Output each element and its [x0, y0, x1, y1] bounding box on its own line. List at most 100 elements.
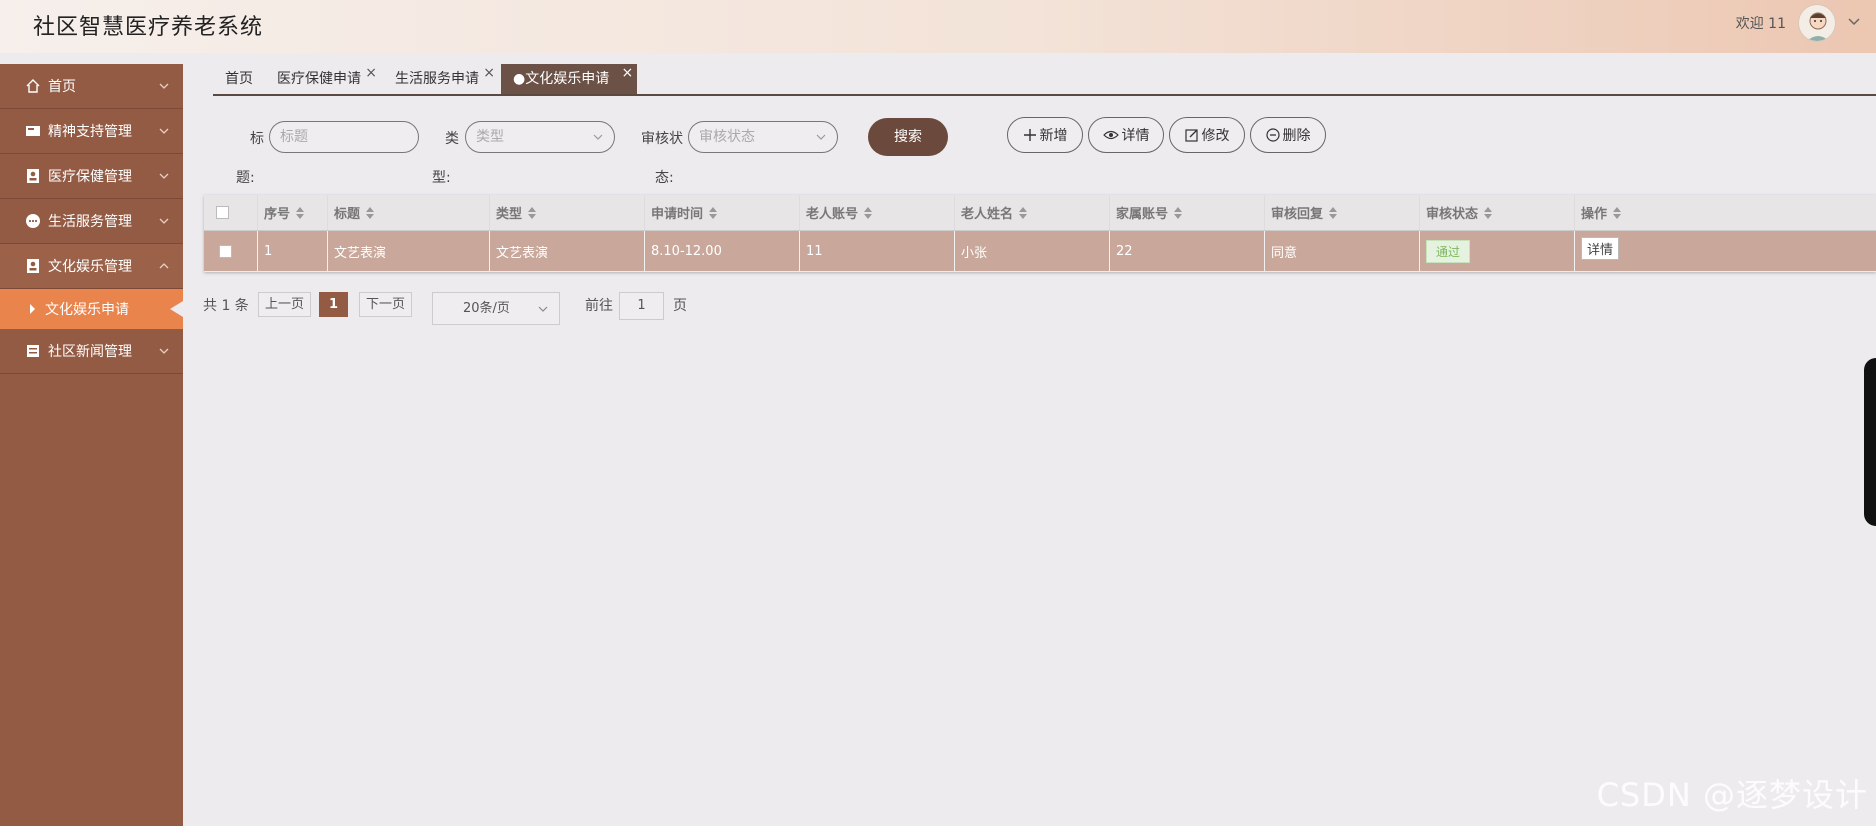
- title-placeholder: 标题: [280, 129, 308, 145]
- home-icon: [24, 77, 42, 95]
- sidebar: 首页 精神支持管理 医疗保健管理 生活服务管理 文化娱乐管理 文化娱乐申请 社区…: [0, 64, 183, 826]
- sidebar-item-news[interactable]: 社区新闻管理: [0, 329, 183, 374]
- goto-page-input[interactable]: 1: [619, 292, 664, 320]
- tab-home[interactable]: 首页: [213, 64, 265, 94]
- sort-icon[interactable]: [296, 206, 305, 219]
- title-label-suffix: 题:: [236, 170, 255, 186]
- next-page-button[interactable]: 下一页: [359, 292, 413, 317]
- data-table: 序号 标题 类型 申请时间 老人账号 老人姓名 家属账号 审核回复 审核状态 操…: [204, 195, 1876, 272]
- tab-medical-apply[interactable]: 医疗保健申请 ×: [265, 64, 377, 94]
- title-label: 标: [250, 131, 264, 147]
- add-button[interactable]: 新增: [1007, 117, 1083, 153]
- app-title: 社区智慧医疗养老系统: [33, 15, 264, 40]
- side-drawer-handle[interactable]: [1864, 358, 1876, 526]
- chevron-down-icon[interactable]: [1846, 14, 1862, 30]
- chevron-down-icon: [159, 348, 169, 354]
- sort-icon[interactable]: [1613, 206, 1622, 219]
- watermark: CSDN @逐梦设计: [1596, 776, 1868, 814]
- cell-index: 1: [258, 231, 328, 271]
- chevron-down-icon: [159, 173, 169, 179]
- delete-button-label: 删除: [1282, 128, 1311, 144]
- column-header[interactable]: 申请时间: [645, 195, 800, 230]
- type-label-suffix: 型:: [432, 170, 451, 186]
- goto-label: 前往: [585, 298, 613, 314]
- status-label: 审核状: [641, 131, 683, 147]
- sort-icon[interactable]: [366, 206, 375, 219]
- type-select[interactable]: 类型: [465, 121, 615, 153]
- type-placeholder: 类型: [476, 129, 504, 145]
- tab-label: 首页: [225, 71, 253, 87]
- column-header[interactable]: 操作: [1575, 195, 1876, 230]
- delete-button[interactable]: 删除: [1250, 117, 1326, 153]
- column-header[interactable]: 家属账号: [1110, 195, 1265, 230]
- table-row[interactable]: 1 文艺表演 文艺表演 8.10-12.00 11 小张 22 同意 通过 详情: [204, 231, 1876, 271]
- sidebar-item-label: 精神支持管理: [48, 124, 132, 140]
- chevron-down-icon: [159, 218, 169, 224]
- sort-icon[interactable]: [1484, 206, 1493, 219]
- sort-icon[interactable]: [864, 206, 873, 219]
- close-icon[interactable]: ×: [483, 58, 495, 88]
- column-header[interactable]: 标题: [328, 195, 490, 230]
- plus-icon: [1023, 129, 1036, 141]
- chevron-down-icon: [538, 306, 548, 312]
- user-avatar[interactable]: [1798, 4, 1836, 42]
- column-header[interactable]: 审核回复: [1265, 195, 1420, 230]
- checkbox[interactable]: [216, 206, 229, 219]
- status-label-suffix: 态:: [655, 170, 674, 186]
- column-header[interactable]: 老人账号: [800, 195, 955, 230]
- close-icon[interactable]: ×: [365, 58, 377, 88]
- sidebar-item-culture[interactable]: 文化娱乐管理: [0, 244, 183, 289]
- row-detail-button[interactable]: 详情: [1581, 236, 1620, 260]
- sidebar-item-label: 生活服务管理: [48, 214, 132, 230]
- row-select[interactable]: [204, 231, 258, 271]
- column-header[interactable]: 老人姓名: [955, 195, 1110, 230]
- add-button-label: 新增: [1039, 128, 1068, 144]
- person-card-icon: [24, 167, 42, 185]
- status-placeholder: 审核状态: [699, 129, 755, 145]
- title-input[interactable]: 标题: [269, 121, 419, 153]
- sidebar-subitem-culture-apply[interactable]: 文化娱乐申请: [0, 289, 183, 329]
- tab-life-service-apply[interactable]: 生活服务申请 ×: [383, 64, 495, 94]
- column-header[interactable]: 序号: [258, 195, 328, 230]
- cell-action: 详情: [1575, 231, 1876, 271]
- table-header: 序号 标题 类型 申请时间 老人账号 老人姓名 家属账号 审核回复 审核状态 操…: [204, 195, 1876, 231]
- status-select[interactable]: 审核状态: [688, 121, 838, 153]
- sidebar-item-spiritual-support[interactable]: 精神支持管理: [0, 109, 183, 154]
- sidebar-item-medical[interactable]: 医疗保健管理: [0, 154, 183, 199]
- sidebar-item-home[interactable]: 首页: [0, 64, 183, 109]
- sort-icon[interactable]: [709, 206, 718, 219]
- chevron-down-icon: [593, 134, 603, 140]
- cell-status: 通过: [1420, 231, 1575, 271]
- sort-icon[interactable]: [1019, 206, 1028, 219]
- search-button[interactable]: 搜索: [868, 118, 948, 156]
- tab-label: ●文化娱乐申请: [513, 71, 610, 87]
- page-size-value: 20条/页: [463, 301, 510, 316]
- active-indicator: [170, 301, 183, 317]
- column-header[interactable]: 类型: [490, 195, 645, 230]
- checkbox[interactable]: [219, 244, 232, 258]
- column-header[interactable]: 审核状态: [1420, 195, 1575, 230]
- type-label: 类: [445, 131, 459, 147]
- cell-title: 文艺表演: [328, 231, 490, 271]
- status-badge: 通过: [1426, 239, 1471, 263]
- tab-label: 生活服务申请: [395, 71, 479, 87]
- current-page[interactable]: 1: [319, 292, 348, 317]
- sidebar-item-label: 文化娱乐管理: [48, 259, 132, 275]
- sort-icon[interactable]: [528, 206, 537, 219]
- close-icon[interactable]: ×: [621, 58, 633, 88]
- sidebar-item-label: 社区新闻管理: [48, 344, 132, 360]
- sidebar-item-life-service[interactable]: 生活服务管理: [0, 199, 183, 244]
- header-select-all[interactable]: [204, 195, 258, 230]
- sort-icon[interactable]: [1329, 206, 1338, 219]
- chevron-down-icon: [159, 128, 169, 134]
- page-suffix: 页: [673, 298, 687, 314]
- person-card-icon: [24, 257, 42, 275]
- edit-button[interactable]: 修改: [1169, 117, 1245, 153]
- tab-culture-apply[interactable]: ●文化娱乐申请 ×: [501, 64, 638, 94]
- cell-elder-name: 小张: [955, 231, 1110, 271]
- detail-button[interactable]: 详情: [1088, 117, 1164, 153]
- prev-page-button[interactable]: 上一页: [258, 292, 312, 317]
- sort-icon[interactable]: [1174, 206, 1183, 219]
- page-size-select[interactable]: 20条/页: [432, 292, 560, 325]
- tab-label: 医疗保健申请: [277, 71, 361, 87]
